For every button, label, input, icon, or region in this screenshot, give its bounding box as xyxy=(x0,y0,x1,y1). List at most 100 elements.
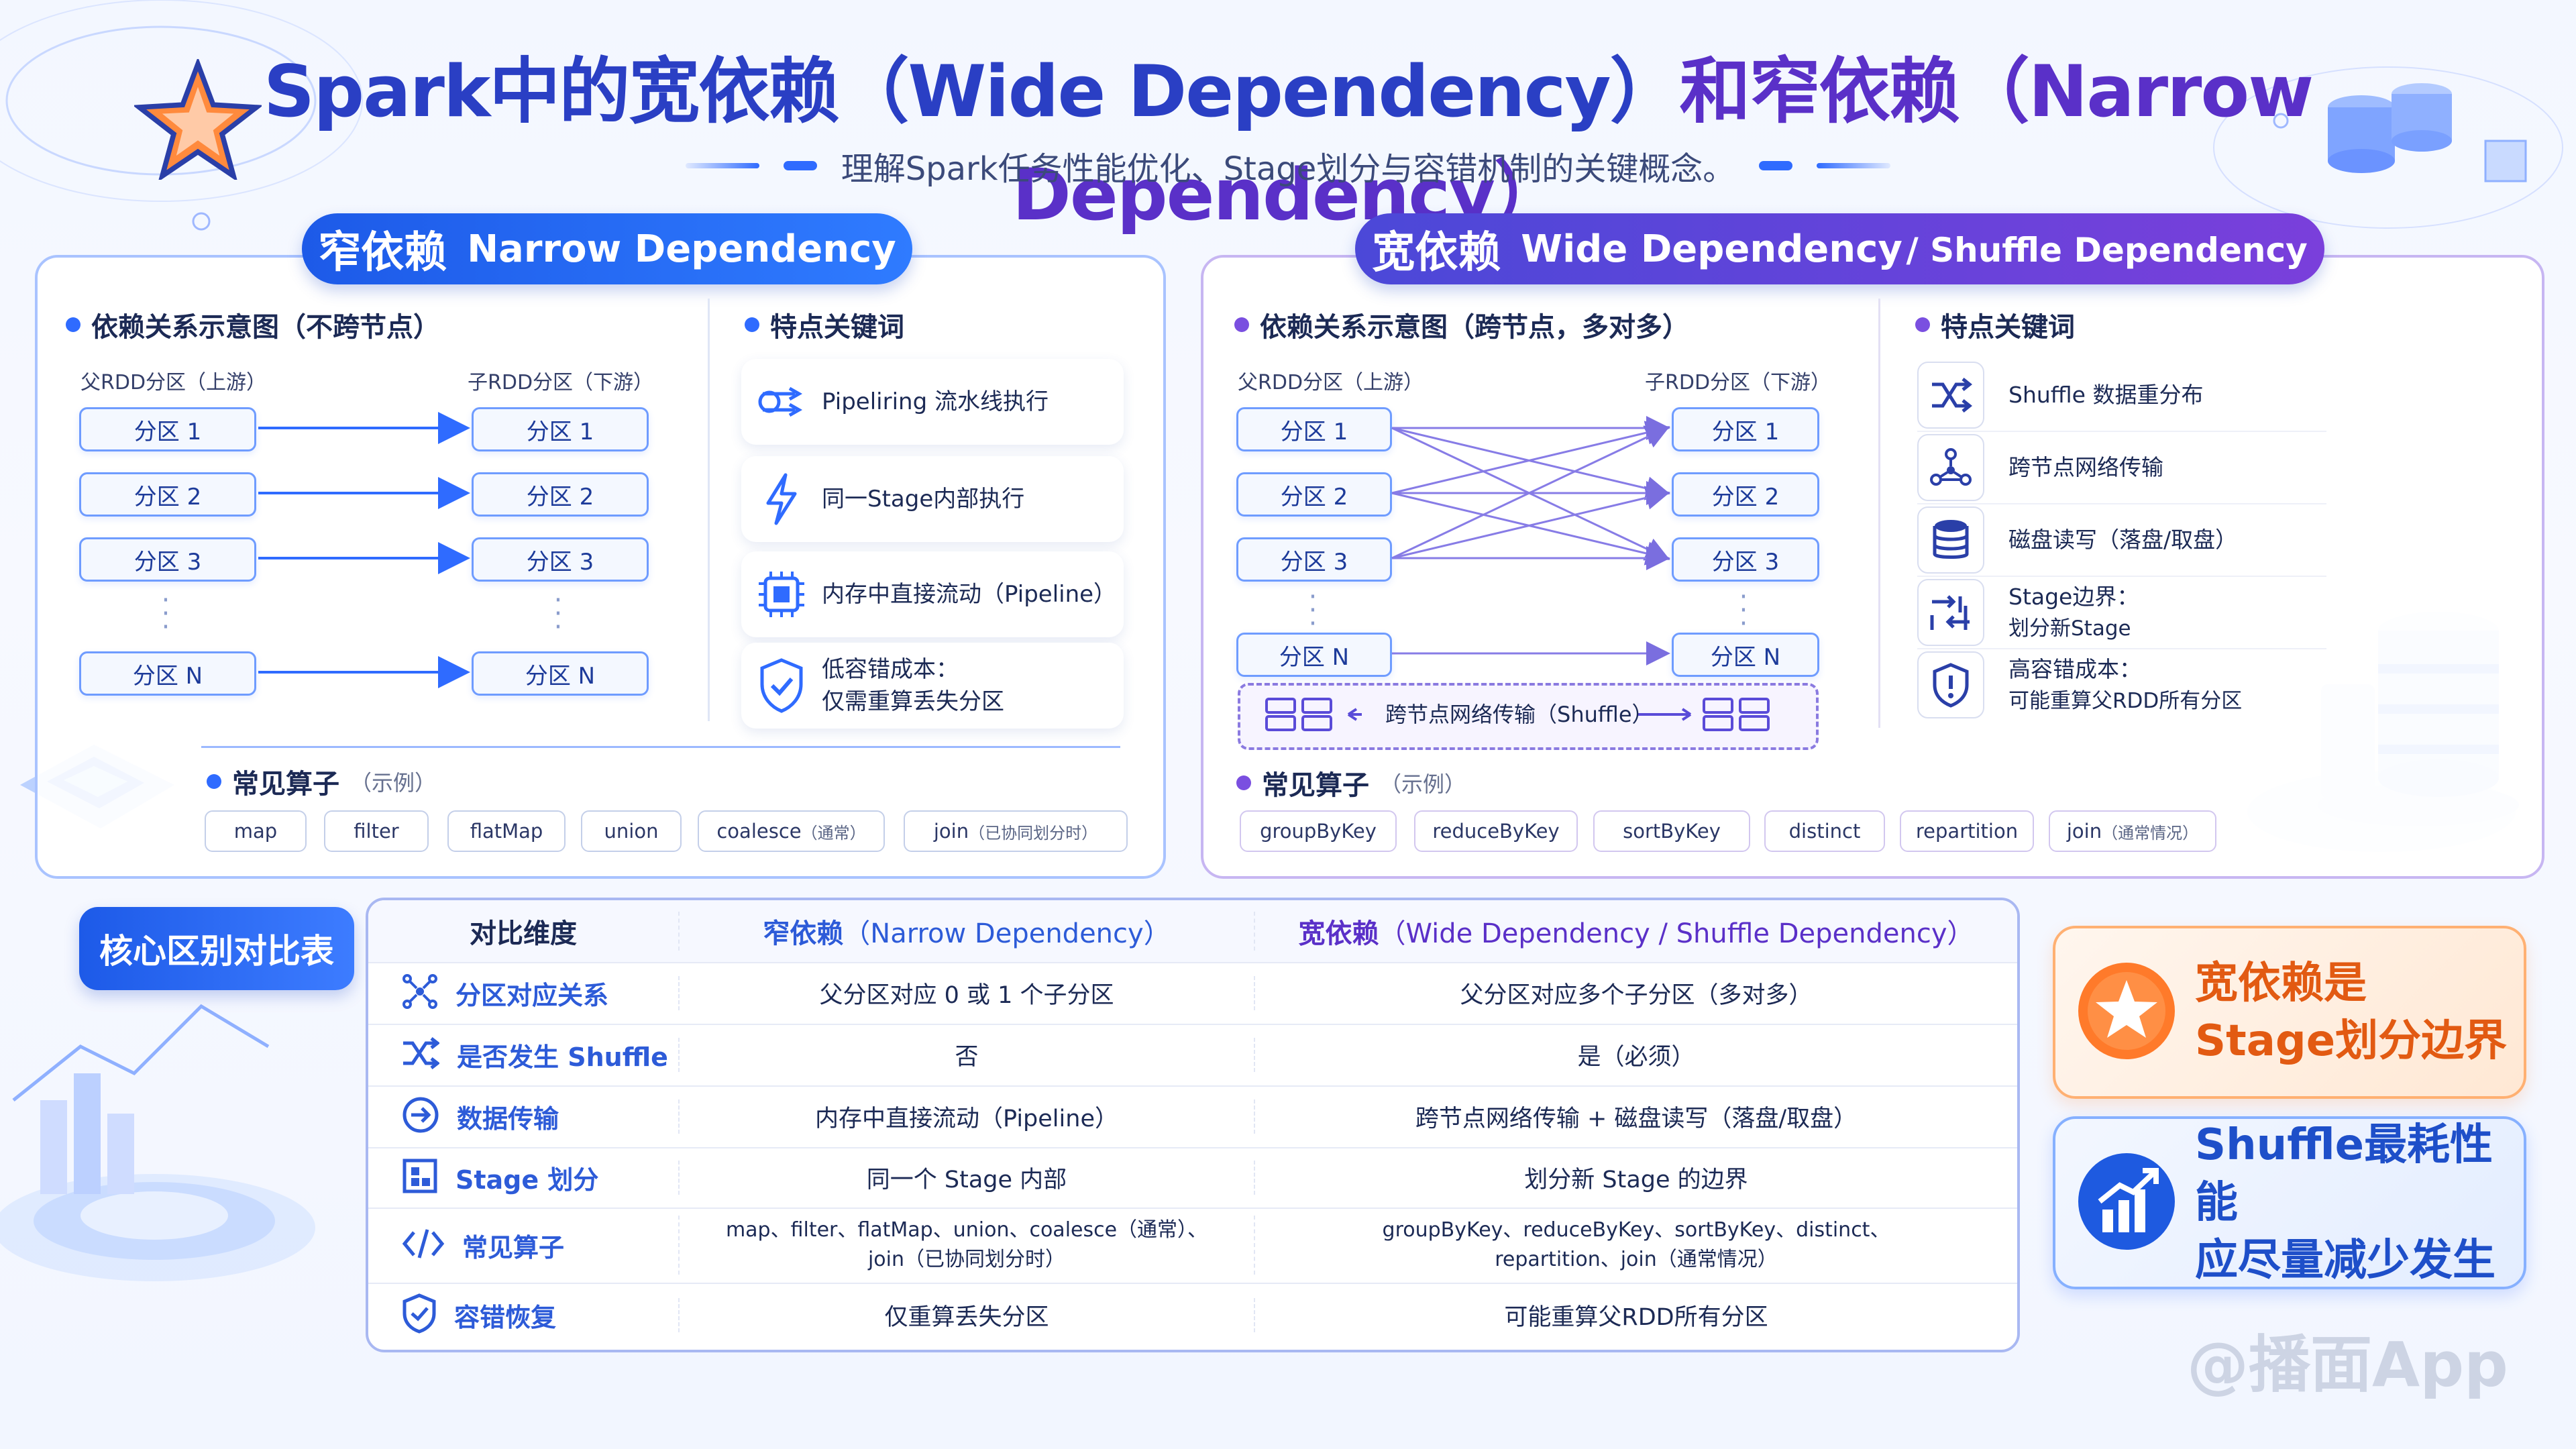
op-chip-sortbykey: sortByKey xyxy=(1593,810,1750,852)
narrow-cell: 内存中直接流动（Pipeline） xyxy=(815,1105,1118,1132)
narrow-cell: map、filter、flatMap、union、coalesce（通常）、 xyxy=(725,1218,1208,1242)
feature-text: 划分新Stage xyxy=(2008,616,2131,641)
shuffle-label: 跨节点网络传输（Shuffle） xyxy=(1385,702,1654,727)
op-chip-groupbykey: groupByKey xyxy=(1240,810,1397,852)
op-name: join xyxy=(2066,820,2102,843)
op-chip-coalesce: coalesce （通常） xyxy=(698,810,885,852)
bullet-dot xyxy=(1236,775,1251,790)
op-note: （通常） xyxy=(801,823,866,843)
dimension-label: 分区对应关系 xyxy=(455,980,609,1010)
watermark: @播面App xyxy=(2187,1329,2508,1401)
wide-cell: 是（必须） xyxy=(1577,1043,1695,1071)
header-dimension: 对比维度 xyxy=(470,918,577,949)
op-note: （已协同划分时） xyxy=(969,823,1098,843)
table-row: 数据传输 内存中直接流动（Pipeline） 跨节点网络传输 + 磁盘读写（落盘… xyxy=(368,1085,2017,1148)
op-name: coalesce xyxy=(716,820,802,843)
wide-ops-title: 常见算子 （示例） xyxy=(1236,763,1466,802)
wide-cell: groupByKey、reduceByKey、sortByKey、distinc… xyxy=(1382,1218,1890,1242)
wide-cell: 可能重算父RDD所有分区 xyxy=(1504,1303,1768,1331)
table-header-row: 对比维度 窄依赖（Narrow Dependency） 宽依赖（Wide Dep… xyxy=(368,900,2017,963)
wide-cell: repartition、join（通常情况） xyxy=(1495,1248,1778,1271)
shuffle-icon xyxy=(1917,362,1984,429)
callout-stage-boundary: 宽依赖是 Stage划分边界 xyxy=(2053,926,2526,1099)
disk-icon xyxy=(1917,506,1984,574)
callout-shuffle-cost: Shuffle最耗性能应尽量减少发生 xyxy=(2053,1116,2526,1289)
op-chip-join: join （已协同划分时） xyxy=(904,810,1128,852)
header-wide-en: （Wide Dependency / Shuffle Dependency） xyxy=(1379,918,1974,949)
share-icon xyxy=(402,973,438,1012)
sort-icon xyxy=(1917,579,1984,646)
header-wide: 宽依赖 xyxy=(1298,918,1379,949)
dimension-label: 数据传输 xyxy=(457,1104,559,1134)
bullet-dot xyxy=(207,774,221,789)
comparison-table: 对比维度 窄依赖（Narrow Dependency） 宽依赖（Wide Dep… xyxy=(366,898,2020,1352)
narrow-ops-title-text: 常见算子 xyxy=(232,769,339,800)
core-table-tag: 核心区别对比表 xyxy=(79,907,354,990)
shield-check-icon xyxy=(402,1293,437,1336)
wide-feature-shuffle: Shuffle 数据重分布 xyxy=(1917,360,2326,432)
feature-text: 磁盘读写（落盘/取盘） xyxy=(2008,527,2238,553)
feature-text: Shuffle 数据重分布 xyxy=(2008,382,2204,408)
narrow-cell: 同一个 Stage 内部 xyxy=(866,1166,1067,1193)
ops-note: （示例） xyxy=(1380,771,1466,797)
feature-text: 跨节点网络传输 xyxy=(2008,454,2163,480)
table-row: 分区对应关系 父分区对应 0 或 1 个子分区 父分区对应多个子分区（多对多） xyxy=(368,962,2017,1025)
bullet-dot xyxy=(1915,317,1930,332)
network-icon xyxy=(1917,434,1984,501)
callout-text: 宽依赖是 xyxy=(2195,959,2367,1008)
narrow-cell: join（已协同划分时） xyxy=(867,1248,1066,1271)
dimension-label: Stage 划分 xyxy=(455,1165,599,1195)
narrow-cell: 否 xyxy=(955,1043,979,1071)
wide-feature-disk: 磁盘读写（落盘/取盘） xyxy=(1917,504,2326,577)
op-chip-join: join （通常情况） xyxy=(2049,810,2216,852)
op-name: join xyxy=(933,820,969,843)
narrow-ops-divider xyxy=(201,746,1120,748)
wide-features-title-text: 特点关键词 xyxy=(1941,312,2075,343)
header-narrow: 窄依赖 xyxy=(763,918,844,949)
feature-text: Stage边界： xyxy=(2008,583,2139,610)
star-badge-icon xyxy=(2073,957,2180,1067)
op-chip-map: map xyxy=(205,810,307,852)
wide-banner-en2: / Shuffle Dependency xyxy=(1906,230,2308,270)
dimension-label: 常见算子 xyxy=(462,1232,565,1263)
feature-text: 可能重算父RDD所有分区 xyxy=(2008,688,2243,713)
wide-cell: 父分区对应多个子分区（多对多） xyxy=(1460,981,1813,1009)
callout-text: Shuffle最耗性能 xyxy=(2195,1120,2493,1228)
shield-alert-icon xyxy=(1917,651,1984,718)
table-row: 容错恢复 仅重算丢失分区 可能重算父RDD所有分区 xyxy=(368,1283,2017,1347)
grid-icon xyxy=(402,1158,438,1197)
code-icon xyxy=(402,1227,445,1263)
wide-cell: 跨节点网络传输 + 磁盘读写（落盘/取盘） xyxy=(1415,1105,1858,1132)
op-note: （通常情况） xyxy=(2102,823,2199,843)
header-narrow-en: （Narrow Dependency） xyxy=(843,918,1171,949)
op-chip-distinct: distinct xyxy=(1764,810,1885,852)
wide-shuffle-arrows xyxy=(1391,416,1670,665)
wide-divider xyxy=(1878,299,1880,728)
callout-text: Stage划分边界 xyxy=(2195,1016,2508,1066)
op-chip-filter: filter xyxy=(324,810,429,852)
wide-feature-network: 跨节点网络传输 xyxy=(1917,432,2326,504)
ops-note: （示例） xyxy=(350,770,437,796)
table-row: 常见算子 map、filter、flatMap、union、coalesce（通… xyxy=(368,1208,2017,1284)
op-chip-flatmap: flatMap xyxy=(447,810,566,852)
dimension-label: 容错恢复 xyxy=(454,1302,557,1332)
narrow-cell: 父分区对应 0 或 1 个子分区 xyxy=(819,981,1114,1009)
wide-feature-fault: 高容错成本： 可能重算父RDD所有分区 xyxy=(1917,649,2326,720)
shuffle-icon xyxy=(402,1036,441,1073)
op-chip-repartition: repartition xyxy=(1900,810,2034,852)
wide-cell: 划分新 Stage 的边界 xyxy=(1524,1166,1748,1193)
chart-up-icon xyxy=(2073,1148,2180,1258)
table-row: Stage 划分 同一个 Stage 内部 划分新 Stage 的边界 xyxy=(368,1147,2017,1209)
dimension-label: 是否发生 Shuffle xyxy=(457,1042,668,1072)
narrow-ops-title: 常见算子 （示例） xyxy=(207,762,436,801)
callout-text: 应尽量减少发生 xyxy=(2195,1236,2496,1285)
wide-features-title: 特点关键词 xyxy=(1915,305,2075,344)
op-chip-union: union xyxy=(581,810,682,852)
op-chip-reducebykey: reduceByKey xyxy=(1414,810,1578,852)
narrow-cell: 仅重算丢失分区 xyxy=(884,1303,1049,1331)
table-row: 是否发生 Shuffle 否 是（必须） xyxy=(368,1024,2017,1087)
wide-feature-stage-boundary: Stage边界： 划分新Stage xyxy=(1917,577,2326,649)
arrow-circle-icon xyxy=(402,1096,439,1136)
wide-ops-title-text: 常见算子 xyxy=(1262,770,1369,801)
feature-text: 高容错成本： xyxy=(2008,655,2141,682)
